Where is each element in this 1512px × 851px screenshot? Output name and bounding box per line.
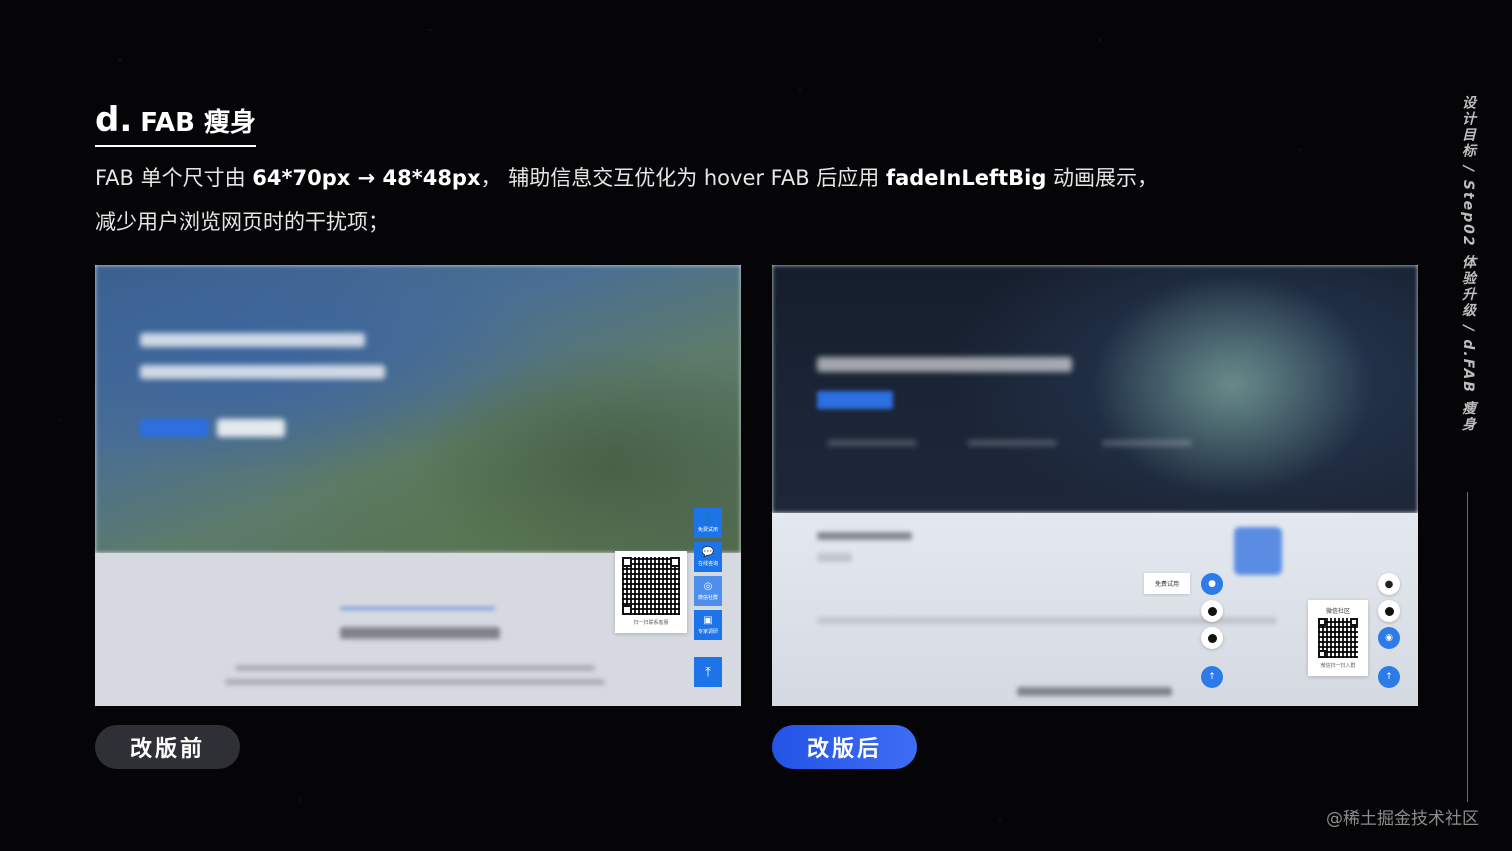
blurred-footer-heading	[1017, 687, 1172, 696]
description-line-1: FAB 单个尺寸由 64*70px → 48*48px， 辅助信息交互优化为 h…	[95, 163, 1245, 193]
blurred-paragraph	[235, 665, 595, 671]
back-to-top-button[interactable]: ↑	[1378, 666, 1400, 688]
blurred-primary-button	[140, 419, 208, 437]
back-to-top-button[interactable]: ↑	[1201, 666, 1223, 688]
qr-caption: 扫一扫联系客服	[633, 620, 669, 626]
qr-caption: 微信扫一扫入群	[1320, 663, 1356, 669]
back-to-top-button[interactable]: ⤒	[694, 657, 722, 687]
section-title-letter: d.	[95, 100, 133, 140]
fab-online-consult[interactable]: 💬 在线咨询	[694, 542, 722, 572]
chat-icon: 💬	[701, 547, 715, 558]
fab-label: 在线咨询	[697, 561, 718, 567]
before-hero-image	[95, 265, 741, 553]
user-icon: 👤	[701, 513, 715, 524]
watermark: @稀土掘金技术社区	[1326, 809, 1479, 829]
fab-online-consult[interactable]	[1201, 600, 1223, 622]
blurred-divider	[340, 607, 495, 610]
hover-tooltip-free-trial: 免费试用	[1144, 573, 1190, 594]
fab-label: 微信社群	[697, 595, 718, 601]
qr-code	[622, 557, 680, 615]
after-hero-image	[772, 265, 1418, 513]
fab-wechat-group[interactable]: ◎ 微信社群	[694, 576, 722, 606]
gift-icon: ▣	[703, 615, 713, 626]
desc-text: FAB 单个尺寸由	[95, 166, 253, 190]
blurred-section-heading	[340, 627, 500, 639]
qr-title: 微信社区	[1325, 608, 1350, 615]
arrow-up-icon: ⤒	[705, 664, 711, 680]
after-qr-card: 微信社区 微信扫一扫入群	[1308, 600, 1368, 676]
vertical-breadcrumb: 设计目标 / Step02 体验升级 / d.FAB 瘦身	[1460, 95, 1476, 433]
vertical-divider	[1467, 492, 1468, 802]
before-label-tag: 改版前	[95, 725, 240, 769]
section-title: d. FAB 瘦身	[95, 100, 257, 147]
fab-wechat-group[interactable]	[1201, 627, 1223, 649]
blurred-paragraph	[225, 679, 605, 685]
fab-label: 免费试用	[697, 527, 718, 533]
blurred-subheadline	[140, 365, 385, 379]
fab-free-trial[interactable]: ●	[1201, 573, 1223, 595]
arrow-up-icon: ↑	[1385, 672, 1393, 682]
fab-wechat-group[interactable]: ◉	[1378, 627, 1400, 649]
wechat-icon: ◎	[703, 581, 713, 592]
fab-free-trial[interactable]: 👤 免费试用	[694, 508, 722, 538]
blurred-headline	[817, 357, 1072, 372]
blurred-secondary-button	[217, 419, 285, 437]
desc-size-highlight: 64*70px → 48*48px	[252, 166, 481, 190]
after-label-tag: 改版后	[772, 725, 917, 769]
blurred-stat	[1102, 440, 1192, 446]
desc-text: 动画展示，	[1046, 166, 1159, 190]
section-title-text: FAB 瘦身	[140, 108, 257, 138]
chat-icon	[1384, 606, 1394, 616]
arrow-up-icon: ↑	[1208, 672, 1216, 682]
description-line-2: 减少用户浏览网页时的干扰项；	[95, 210, 389, 234]
blurred-tag	[817, 553, 852, 562]
before-screenshot: 扫一扫联系客服 👤 免费试用 💬 在线咨询 ◎ 微信社群 ▣ 专家调研 ⤒	[95, 265, 741, 706]
after-screenshot: 免费试用 ● ↑ 微信社区 微信扫一扫入群 ● ◉ ↑	[772, 265, 1418, 706]
user-icon: ●	[1208, 579, 1216, 589]
blurred-stat	[967, 440, 1057, 446]
fab-online-consult[interactable]	[1378, 600, 1400, 622]
chat-icon	[1207, 606, 1217, 616]
user-icon: ●	[1384, 578, 1394, 590]
blurred-headline	[140, 333, 365, 347]
blurred-primary-button	[817, 391, 893, 409]
before-fab-column: 👤 免费试用 💬 在线咨询 ◎ 微信社群 ▣ 专家调研	[694, 508, 722, 644]
desc-animation-highlight: fadeInLeftBig	[885, 166, 1047, 190]
wechat-icon: ◉	[1385, 633, 1393, 643]
blurred-section-heading	[817, 532, 912, 540]
desc-text: ， 辅助信息交互优化为 hover FAB 后应用	[480, 166, 886, 190]
before-qr-card: 扫一扫联系客服	[615, 551, 687, 633]
blurred-stat	[827, 440, 917, 446]
qr-code	[1318, 618, 1358, 658]
fab-label: 专家调研	[697, 629, 718, 635]
wechat-icon	[1207, 633, 1217, 643]
fab-free-trial[interactable]: ●	[1378, 573, 1400, 595]
blurred-illustration	[1234, 527, 1282, 575]
fab-expert-survey[interactable]: ▣ 专家调研	[694, 610, 722, 640]
